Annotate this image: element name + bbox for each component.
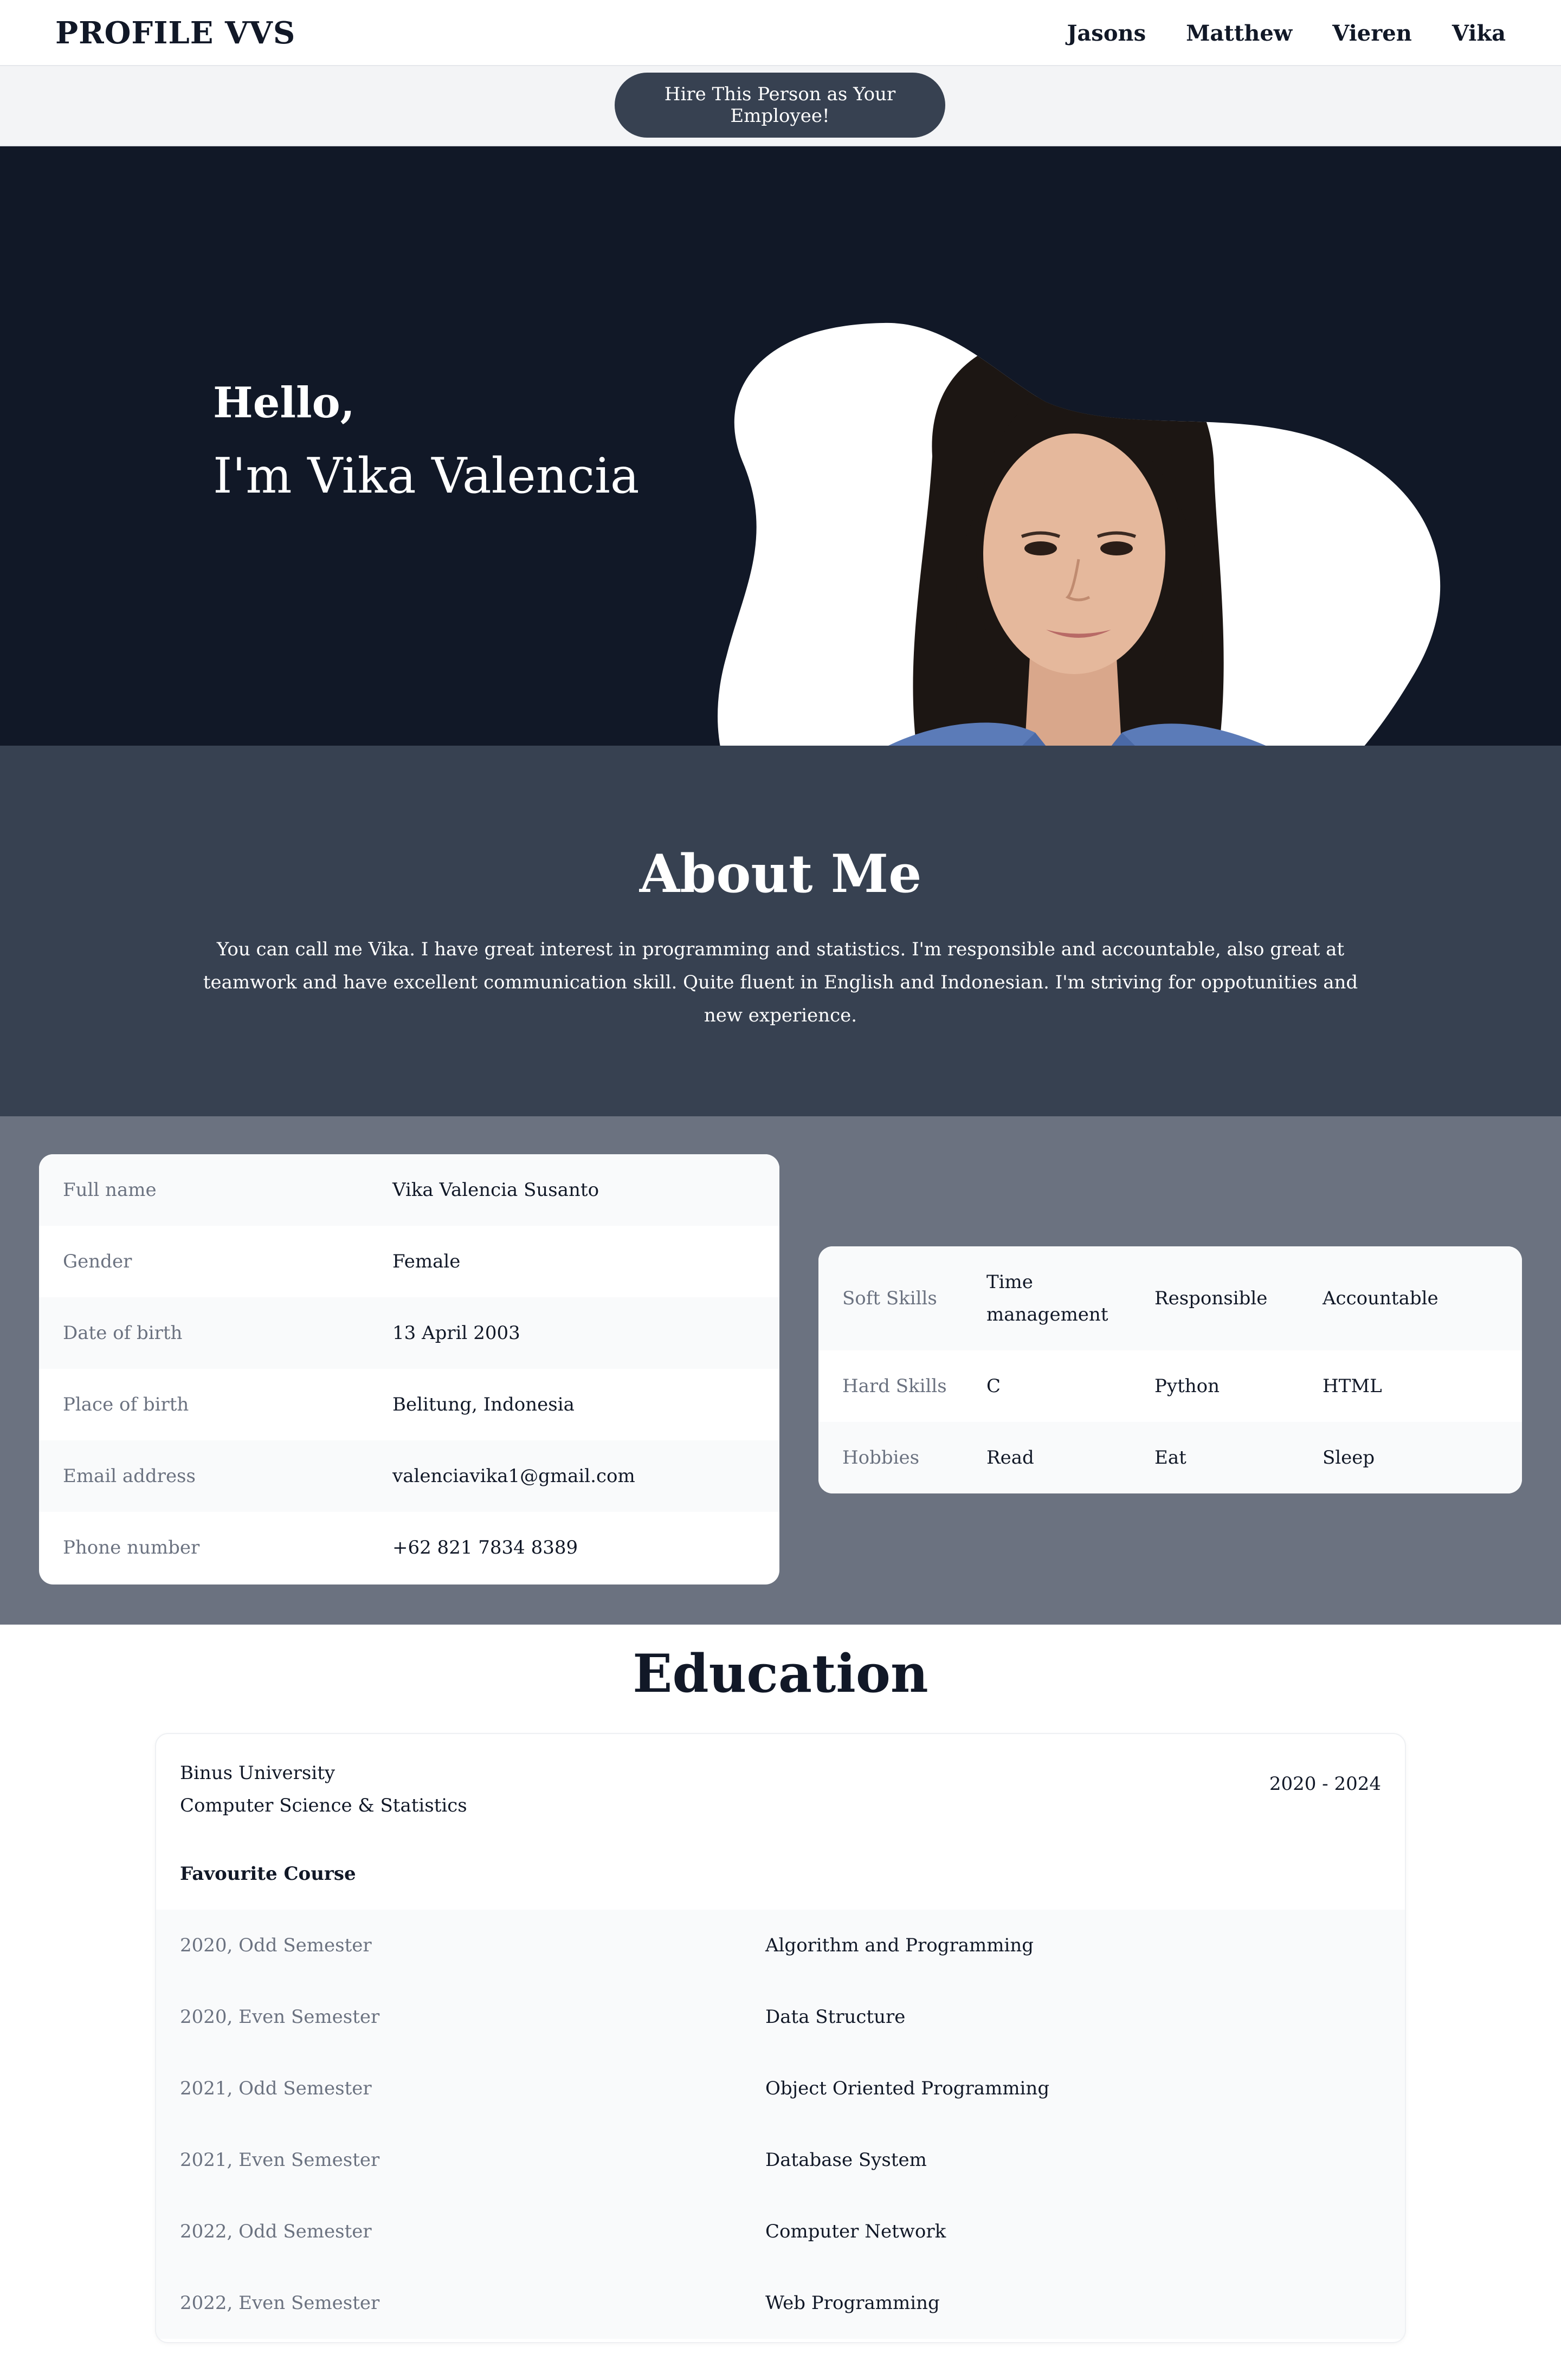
full-name-value: Vika Valencia Susanto — [392, 1179, 599, 1201]
school-major: Computer Science & Statistics — [180, 1795, 467, 1816]
personal-info-table: Full name Vika Valencia Susanto Gender F… — [39, 1154, 779, 1584]
table-row: Full name Vika Valencia Susanto — [39, 1154, 779, 1226]
course-semester: 2022, Even Semester — [180, 2292, 380, 2314]
about-title: About Me — [639, 843, 922, 904]
hard-skills-label: Hard Skills — [842, 1375, 947, 1397]
place-of-birth-label: Place of birth — [63, 1394, 189, 1415]
hobby-cell: Sleep — [1323, 1447, 1375, 1469]
table-row: 2022, Even Semester Web Programming — [156, 2267, 1405, 2339]
course-name: Computer Network — [765, 2221, 946, 2242]
table-row: Email address valenciavika1@gmail.com — [39, 1440, 779, 1512]
skill-cell: HTML — [1323, 1375, 1382, 1397]
table-row: 2020, Even Semester Data Structure — [156, 1981, 1405, 2053]
nav-link-vika[interactable]: Vika — [1452, 21, 1506, 46]
course-name: Algorithm and Programming — [765, 1935, 1034, 1956]
top-navbar: PROFILE VVS Jasons Matthew Vieren Vika — [0, 0, 1561, 66]
date-of-birth-value: 13 April 2003 — [392, 1322, 520, 1344]
nav-link-jasons[interactable]: Jasons — [1067, 21, 1146, 46]
course-name: Data Structure — [765, 2006, 906, 2028]
hobbies-label: Hobbies — [842, 1447, 920, 1469]
about-text: You can call me Vika. I have great inter… — [203, 939, 1358, 1026]
place-of-birth-value: Belitung, Indonesia — [392, 1394, 575, 1415]
hero-intro: I'm Vika Valencia — [213, 448, 640, 505]
gender-label: Gender — [63, 1251, 132, 1272]
date-of-birth-label: Date of birth — [63, 1322, 183, 1344]
course-semester: 2021, Even Semester — [180, 2149, 380, 2171]
table-row: Phone number +62 821 7834 8389 — [39, 1512, 779, 1583]
hero-greeting: Hello, — [213, 378, 355, 428]
table-row: Place of birth Belitung, Indonesia — [39, 1369, 779, 1440]
course-list: 2020, Odd Semester Algorithm and Program… — [156, 1910, 1405, 2339]
nav-link-vieren[interactable]: Vieren — [1332, 21, 1412, 46]
table-row: Date of birth 13 April 2003 — [39, 1297, 779, 1369]
skills-table: Soft Skills Time management Responsible … — [818, 1246, 1522, 1493]
full-name-label: Full name — [63, 1179, 157, 1201]
favourite-course-heading: Favourite Course — [180, 1863, 356, 1885]
soft-skills-label: Soft Skills — [842, 1288, 937, 1309]
course-semester: 2021, Odd Semester — [180, 2078, 372, 2099]
table-row: Hobbies Read Eat Sleep — [818, 1422, 1522, 1493]
table-row: Gender Female — [39, 1226, 779, 1297]
school-name: Binus University — [180, 1762, 336, 1784]
education-card: Binus University Computer Science & Stat… — [155, 1733, 1406, 2343]
hobby-cell: Read — [986, 1447, 1034, 1469]
info-section: Full name Vika Valencia Susanto Gender F… — [0, 1116, 1561, 1625]
hobby-cell: Eat — [1154, 1447, 1186, 1469]
table-row: 2020, Odd Semester Algorithm and Program… — [156, 1910, 1405, 1981]
school-info: Binus University Computer Science & Stat… — [180, 1757, 467, 1822]
course-semester: 2020, Even Semester — [180, 2006, 380, 2028]
school-years: 2020 - 2024 — [1269, 1773, 1381, 1795]
table-row: 2022, Odd Semester Computer Network — [156, 2196, 1405, 2267]
brand-logo[interactable]: PROFILE VVS — [55, 15, 295, 51]
table-row: Soft Skills Time management Responsible … — [818, 1246, 1522, 1350]
course-semester: 2022, Odd Semester — [180, 2221, 372, 2242]
course-semester: 2020, Odd Semester — [180, 1935, 372, 1956]
skill-cell: Accountable — [1323, 1288, 1439, 1309]
phone-label: Phone number — [63, 1537, 200, 1558]
skill-cell: Time management — [986, 1271, 1108, 1325]
table-row: 2021, Even Semester Database System — [156, 2124, 1405, 2196]
nav-link-matthew[interactable]: Matthew — [1186, 21, 1292, 46]
hire-bar: Hire This Person as Your Employee! — [0, 66, 1561, 146]
about-section: About Me You can call me Vika. I have gr… — [0, 746, 1561, 1116]
skill-cell: Python — [1154, 1375, 1220, 1397]
skill-cell: Responsible — [1154, 1288, 1268, 1309]
email-value: valenciavika1@gmail.com — [392, 1465, 635, 1487]
gender-value: Female — [392, 1251, 461, 1272]
nav-links: Jasons Matthew Vieren Vika — [1067, 21, 1506, 46]
skill-cell: C — [986, 1375, 1001, 1397]
email-label: Email address — [63, 1465, 196, 1487]
hero-section: Hello, I'm Vika Valencia — [0, 146, 1561, 860]
hire-button[interactable]: Hire This Person as Your Employee! — [615, 73, 945, 138]
table-row: Hard Skills C Python HTML — [818, 1350, 1522, 1422]
course-name: Web Programming — [765, 2292, 940, 2314]
course-name: Object Oriented Programming — [765, 2078, 1050, 2099]
education-title: Education — [633, 1643, 928, 1704]
course-name: Database System — [765, 2149, 927, 2171]
table-row: 2021, Odd Semester Object Oriented Progr… — [156, 2053, 1405, 2124]
phone-value: +62 821 7834 8389 — [392, 1537, 578, 1558]
